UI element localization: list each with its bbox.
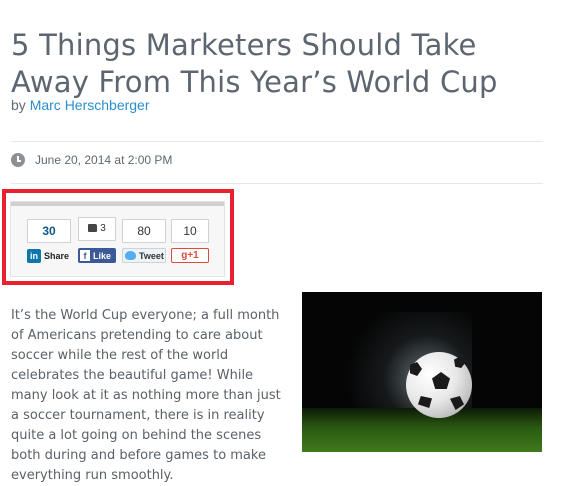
divider-bottom xyxy=(11,183,543,184)
divider-top xyxy=(11,141,543,142)
facebook-like-button[interactable]: f Like xyxy=(78,248,116,263)
clock-icon xyxy=(11,153,25,167)
twitter-bird-icon xyxy=(125,251,136,260)
share-panel-topbar xyxy=(11,202,224,206)
thumbs-up-icon xyxy=(88,224,98,232)
linkedin-share-button[interactable]: in Share xyxy=(27,248,73,263)
googleplus-label: g+1 xyxy=(181,250,199,261)
ball-panel xyxy=(432,372,450,389)
ball-panel xyxy=(418,396,432,408)
soccer-ball xyxy=(406,352,472,418)
googleplus-button[interactable]: g+1 xyxy=(171,248,209,263)
twitter-tweet-label: Tweet xyxy=(139,250,164,261)
linkedin-share-label: Share xyxy=(44,250,70,261)
author-link[interactable]: Marc Herschberger xyxy=(30,97,150,113)
publish-date: June 20, 2014 at 2:00 PM xyxy=(35,153,173,167)
article-title: 5 Things Marketers Should Take Away From… xyxy=(11,28,498,100)
twitter-tweet-button[interactable]: Tweet xyxy=(122,248,166,263)
byline: by Marc Herschberger xyxy=(11,97,150,113)
ball-panel xyxy=(410,362,422,376)
by-label: by xyxy=(11,97,26,113)
ball-panel xyxy=(450,396,464,410)
soccer-ball-image xyxy=(302,292,542,452)
facebook-like-label: Like xyxy=(93,250,112,261)
publish-date-row: June 20, 2014 at 2:00 PM xyxy=(11,153,172,167)
facebook-icon: f xyxy=(80,250,90,261)
googleplus-count: 10 xyxy=(171,219,209,243)
article-body: It’s the World Cup everyone; a full mont… xyxy=(11,308,281,483)
grass xyxy=(302,408,542,452)
linkedin-share-count: 30 xyxy=(27,219,71,243)
twitter-tweet-count: 80 xyxy=(122,219,166,243)
social-share-panel: 30 3 80 10 in Share f Like Tweet g+1 xyxy=(10,201,225,277)
linkedin-icon: in xyxy=(27,248,41,263)
facebook-like-count: 3 xyxy=(78,217,116,241)
facebook-like-count-value: 3 xyxy=(100,223,106,234)
